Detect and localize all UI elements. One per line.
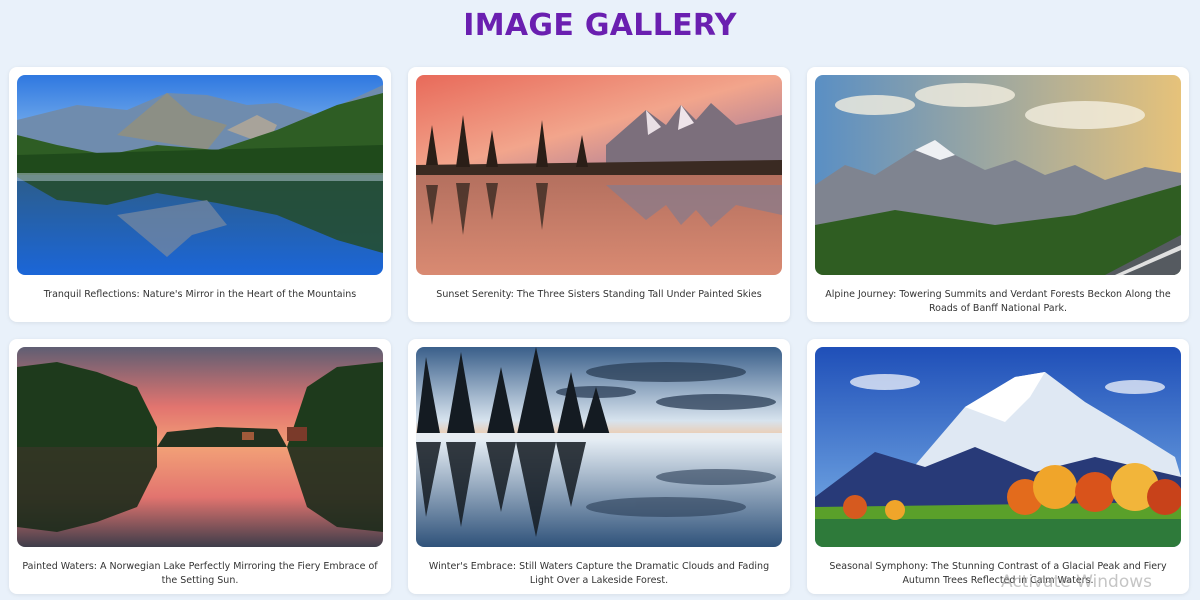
gallery-image[interactable] bbox=[416, 347, 782, 547]
image-caption: Tranquil Reflections: Nature's Mirror in… bbox=[43, 289, 357, 300]
gallery-image[interactable] bbox=[17, 347, 383, 547]
image-caption: Winter's Embrace: Still Waters Capture t… bbox=[428, 561, 770, 586]
gallery-card[interactable]: Tranquil Reflections: Nature's Mirror in… bbox=[9, 67, 391, 322]
gallery-card[interactable]: Winter's Embrace: Still Waters Capture t… bbox=[408, 339, 790, 594]
gallery-card[interactable]: Painted Waters: A Norwegian Lake Perfect… bbox=[9, 339, 391, 594]
page-title: IMAGE GALLERY bbox=[463, 8, 737, 43]
image-caption: Painted Waters: A Norwegian Lake Perfect… bbox=[22, 561, 378, 586]
activate-windows-watermark: Activate Windows bbox=[1001, 572, 1152, 592]
gallery-card[interactable]: Seasonal Symphony: The Stunning Contrast… bbox=[807, 339, 1189, 594]
gallery-image[interactable] bbox=[815, 347, 1181, 547]
gallery-image[interactable] bbox=[416, 75, 782, 275]
gallery-card[interactable]: Alpine Journey: Towering Summits and Ver… bbox=[807, 67, 1189, 322]
gallery-card[interactable]: Sunset Serenity: The Three Sisters Stand… bbox=[408, 67, 790, 322]
image-caption: Alpine Journey: Towering Summits and Ver… bbox=[825, 289, 1171, 314]
gallery-image[interactable] bbox=[815, 75, 1181, 275]
gallery-image[interactable] bbox=[17, 75, 383, 275]
image-caption: Sunset Serenity: The Three Sisters Stand… bbox=[436, 289, 762, 300]
image-gallery-grid: Tranquil Reflections: Nature's Mirror in… bbox=[9, 67, 1189, 594]
